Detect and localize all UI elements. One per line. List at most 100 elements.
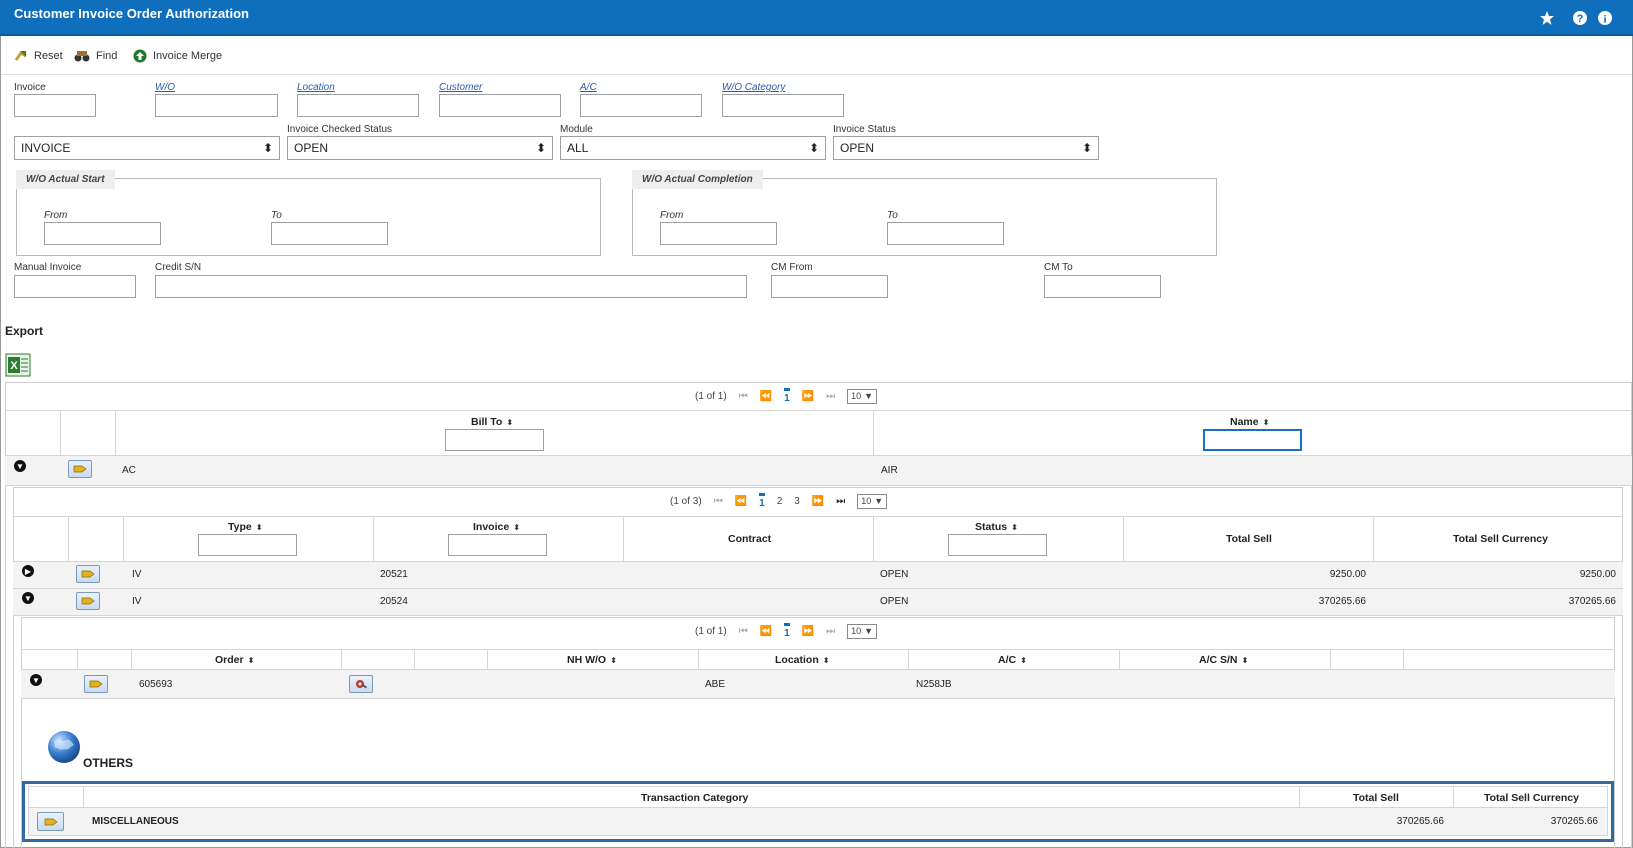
rows-per-page-select[interactable]: 10 ▼ bbox=[847, 388, 878, 404]
invoice-input[interactable] bbox=[14, 94, 96, 117]
wo-category-link[interactable]: W/O Category bbox=[722, 82, 785, 93]
ac-sn-header[interactable]: A/C S/N ⬍ bbox=[1199, 654, 1248, 666]
page-1-button[interactable]: 1 bbox=[784, 623, 790, 639]
sort-icon[interactable]: ⬍ bbox=[248, 656, 255, 665]
customer-link[interactable]: Customer bbox=[439, 82, 482, 93]
order-header[interactable]: Order ⬍ bbox=[215, 654, 254, 666]
type-header[interactable]: Type ⬍ bbox=[228, 521, 262, 533]
help-icon[interactable]: ? bbox=[1572, 10, 1588, 26]
rows-per-page-select[interactable]: 10 ▼ bbox=[857, 493, 888, 509]
sort-icon[interactable]: ⬍ bbox=[1011, 523, 1018, 532]
pager-invoice-info: (1 of 3) bbox=[670, 495, 702, 507]
last-page-icon[interactable]: ⏭ bbox=[826, 391, 835, 402]
invoice-checked-status-select[interactable]: OPEN ⬍ bbox=[287, 136, 553, 160]
next-page-icon[interactable]: ⏩ bbox=[812, 496, 824, 507]
export-heading: Export bbox=[5, 324, 44, 338]
nh-wo-header[interactable]: NH W/O ⬍ bbox=[567, 654, 617, 666]
page-3-button[interactable]: 3 bbox=[794, 496, 800, 507]
find-button[interactable]: Find bbox=[74, 49, 117, 63]
type-select[interactable]: INVOICE ⬍ bbox=[14, 136, 280, 160]
last-page-icon[interactable]: ⏭ bbox=[826, 626, 835, 637]
status-filter-input[interactable] bbox=[948, 534, 1047, 556]
prev-page-icon[interactable]: ⏪ bbox=[735, 496, 747, 507]
next-page-icon[interactable]: ⏩ bbox=[802, 626, 814, 637]
location-header-label: Location bbox=[775, 654, 819, 666]
location-cell: ABE bbox=[705, 679, 726, 690]
order-row[interactable] bbox=[21, 670, 1615, 699]
reset-button[interactable]: Reset bbox=[14, 49, 63, 63]
name-filter-input[interactable] bbox=[1203, 429, 1302, 451]
info-icon[interactable]: i bbox=[1597, 10, 1613, 26]
order-details-button[interactable] bbox=[349, 675, 373, 693]
wo-category-input[interactable] bbox=[722, 94, 844, 117]
cm-from-input[interactable] bbox=[771, 275, 888, 298]
ac-header[interactable]: A/C ⬍ bbox=[998, 654, 1027, 666]
completion-from-input[interactable] bbox=[660, 222, 777, 245]
wo-link[interactable]: W/O bbox=[155, 82, 175, 93]
module-select[interactable]: ALL ⬍ bbox=[560, 136, 826, 160]
sort-icon[interactable]: ⬍ bbox=[1263, 418, 1270, 427]
ac-link[interactable]: A/C bbox=[580, 82, 597, 93]
status-header[interactable]: Status ⬍ bbox=[975, 521, 1018, 533]
location-link[interactable]: Location bbox=[297, 82, 335, 93]
collapse-chevron-icon[interactable]: ▼ bbox=[22, 592, 34, 604]
type-filter-input[interactable] bbox=[198, 534, 297, 556]
sort-icon[interactable]: ⬍ bbox=[1242, 656, 1249, 665]
bill-to-header[interactable]: Bill To ⬍ bbox=[471, 416, 513, 428]
prev-page-icon[interactable]: ⏪ bbox=[760, 391, 772, 402]
select-row-button[interactable] bbox=[76, 565, 100, 583]
rows-per-page-select[interactable]: 10 ▼ bbox=[847, 623, 878, 639]
sort-icon[interactable]: ⬍ bbox=[1020, 656, 1027, 665]
cm-to-input[interactable] bbox=[1044, 275, 1161, 298]
sort-icon[interactable]: ⬍ bbox=[513, 523, 520, 532]
invoice-filter-input[interactable] bbox=[448, 534, 547, 556]
sort-icon[interactable]: ⬍ bbox=[823, 656, 830, 665]
excel-export-icon[interactable]: X bbox=[5, 353, 31, 377]
next-page-icon[interactable]: ⏩ bbox=[802, 391, 814, 402]
credit-sn-input[interactable] bbox=[155, 275, 747, 298]
start-from-input[interactable] bbox=[44, 222, 161, 245]
sort-icon[interactable]: ⬍ bbox=[506, 418, 513, 427]
invoice-merge-button[interactable]: Invoice Merge bbox=[133, 49, 222, 63]
bill-to-filter-input[interactable] bbox=[445, 429, 544, 451]
invoice-status-select[interactable]: OPEN ⬍ bbox=[833, 136, 1099, 160]
select-row-button[interactable] bbox=[84, 675, 108, 693]
manual-invoice-input[interactable] bbox=[14, 275, 136, 298]
first-page-icon[interactable]: ⏮ bbox=[714, 496, 723, 507]
last-page-icon[interactable]: ⏭ bbox=[836, 496, 845, 507]
ac-input[interactable] bbox=[580, 94, 702, 117]
select-row-button[interactable] bbox=[37, 812, 64, 831]
collapse-chevron-icon[interactable]: ▼ bbox=[14, 460, 26, 472]
bill-to-header-row bbox=[5, 410, 1632, 456]
customer-input[interactable] bbox=[439, 94, 561, 117]
name-header[interactable]: Name ⬍ bbox=[1230, 416, 1269, 428]
total-sell-cell: 9250.00 bbox=[1329, 569, 1366, 580]
select-row-button[interactable] bbox=[76, 592, 100, 610]
total-sell-currency-cell: 9250.00 bbox=[1579, 569, 1616, 580]
page-1-button[interactable]: 1 bbox=[759, 493, 765, 509]
completion-to-input[interactable] bbox=[887, 222, 1004, 245]
favorite-star-icon[interactable] bbox=[1539, 10, 1555, 26]
select-arrows-icon: ⬍ bbox=[1081, 141, 1092, 155]
first-page-icon[interactable]: ⏮ bbox=[739, 391, 748, 402]
sort-icon[interactable]: ⬍ bbox=[610, 656, 617, 665]
pager-billto-info: (1 of 1) bbox=[695, 390, 727, 402]
invoice-header[interactable]: Invoice ⬍ bbox=[473, 521, 520, 533]
collapse-chevron-icon[interactable]: ▼ bbox=[30, 674, 42, 686]
sort-icon[interactable]: ⬍ bbox=[256, 523, 263, 532]
total-sell-header: Total Sell bbox=[1353, 792, 1399, 804]
location-input[interactable] bbox=[297, 94, 419, 117]
wo-input[interactable] bbox=[155, 94, 278, 117]
expand-chevron-icon[interactable]: ▶ bbox=[22, 565, 34, 577]
page-1-button[interactable]: 1 bbox=[784, 388, 790, 404]
first-page-icon[interactable]: ⏮ bbox=[739, 626, 748, 637]
select-row-button[interactable] bbox=[68, 460, 92, 478]
tag-icon bbox=[89, 680, 103, 688]
start-to-input[interactable] bbox=[271, 222, 388, 245]
location-header[interactable]: Location ⬍ bbox=[775, 654, 829, 666]
page-2-button[interactable]: 2 bbox=[777, 496, 783, 507]
prev-page-icon[interactable]: ⏪ bbox=[760, 626, 772, 637]
manual-invoice-label: Manual Invoice bbox=[14, 262, 82, 273]
bill-to-row[interactable] bbox=[5, 456, 1632, 486]
nh-wo-header-label: NH W/O bbox=[567, 654, 607, 666]
